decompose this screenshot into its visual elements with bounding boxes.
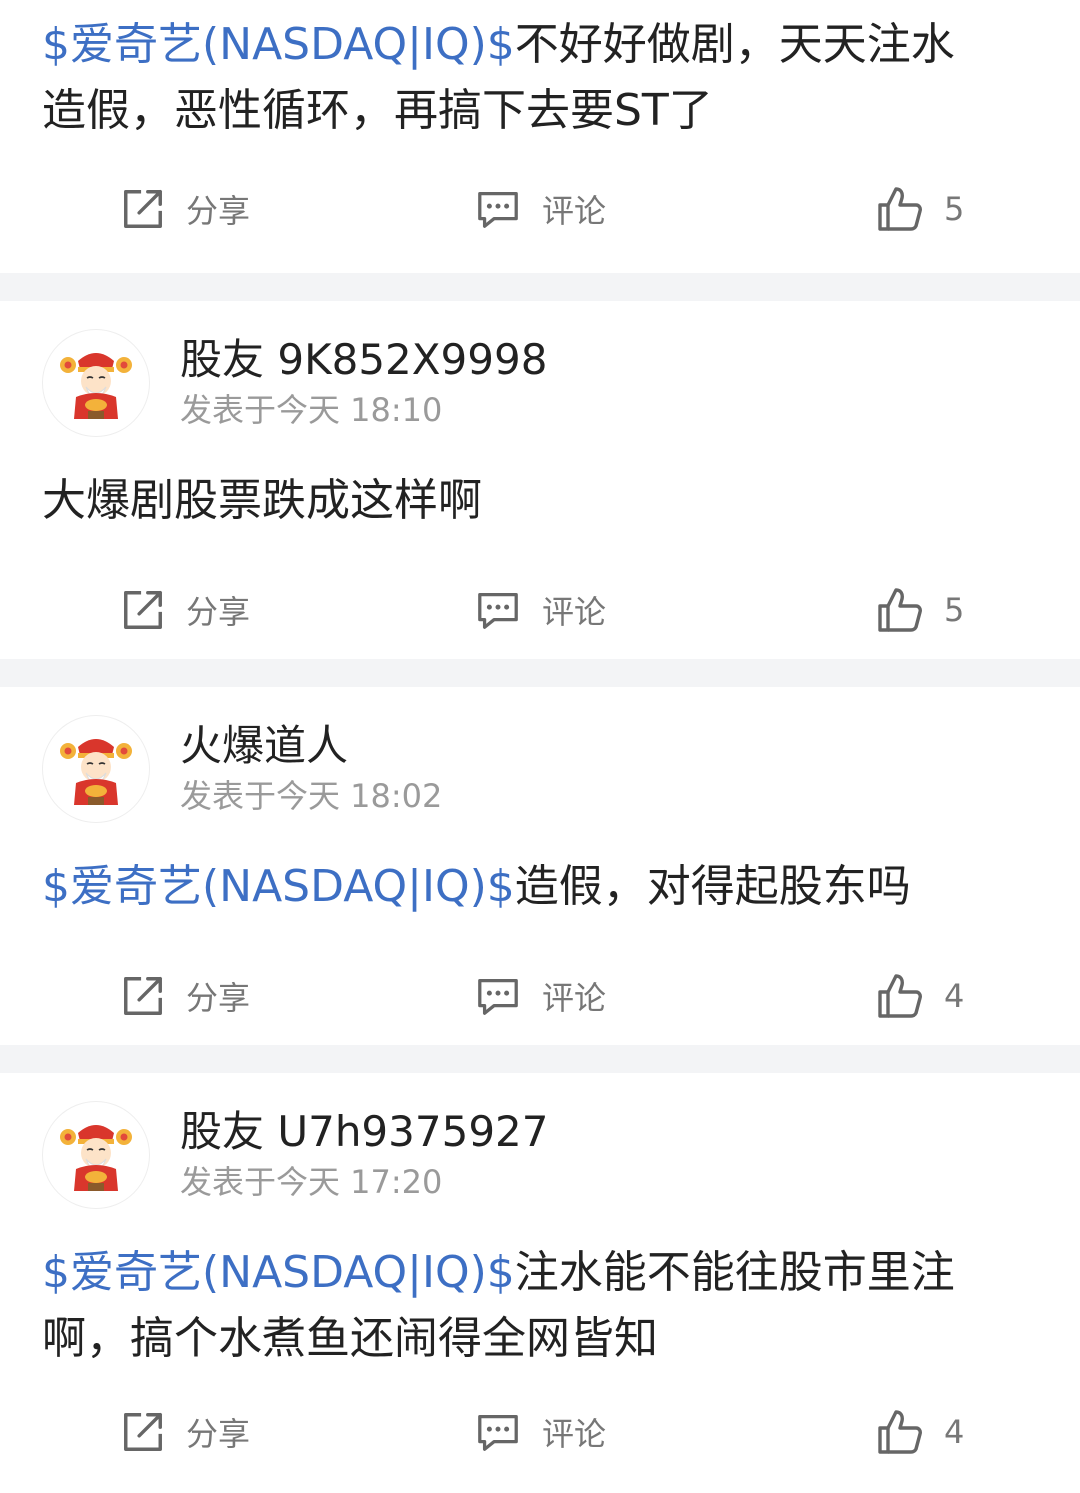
like-count: 5 xyxy=(944,591,965,629)
share-button[interactable]: 分享 xyxy=(120,585,250,635)
thumbs-up-icon xyxy=(876,972,924,1020)
like-count: 4 xyxy=(944,977,965,1015)
share-label: 分享 xyxy=(186,593,251,631)
comment-button[interactable]: 评论 xyxy=(474,1407,606,1457)
post-card: $爱奇艺(NASDAQ|IQ)$不好好做剧，天天注水 造假，恶性循环，再搞下去要… xyxy=(0,0,1080,273)
post-text: 注水能不能往股市里注 xyxy=(514,1247,955,1298)
share-label: 分享 xyxy=(186,192,251,230)
post-content: 大爆剧股票跌成这样啊 xyxy=(0,468,1080,534)
avatar[interactable] xyxy=(42,1101,150,1209)
share-button[interactable]: 分享 xyxy=(120,184,250,234)
stock-tag-link[interactable]: $爱奇艺(NASDAQ|IQ)$ xyxy=(42,861,515,912)
stock-tag-link[interactable]: $爱奇艺(NASDAQ|IQ)$ xyxy=(42,19,515,70)
share-button[interactable]: 分享 xyxy=(120,971,250,1021)
share-button[interactable]: 分享 xyxy=(120,1407,250,1457)
god-of-wealth-avatar-icon xyxy=(56,1115,136,1195)
post-separator xyxy=(0,659,1080,687)
post-author: 股友 9K852X9998 发表于今天 18:10 xyxy=(0,328,1080,438)
like-count: 5 xyxy=(944,190,965,228)
author-name[interactable]: 股友 9K852X9998 xyxy=(180,334,547,386)
like-button[interactable]: 4 xyxy=(876,1407,964,1457)
thumbs-up-icon xyxy=(876,185,924,233)
like-button[interactable]: 5 xyxy=(876,184,964,234)
comment-label: 评论 xyxy=(542,593,607,631)
share-icon xyxy=(120,587,166,633)
post-text: 大爆剧股票跌成这样啊 xyxy=(42,475,482,526)
thumbs-up-icon xyxy=(876,586,924,634)
comment-icon xyxy=(474,186,522,232)
author-name[interactable]: 股友 U7h9375927 xyxy=(180,1106,549,1158)
post-content: $爱奇艺(NASDAQ|IQ)$注水能不能往股市里注 啊，搞个水煮鱼还闹得全网皆… xyxy=(0,1240,1080,1372)
thumbs-up-icon xyxy=(876,1408,924,1456)
share-icon xyxy=(120,186,166,232)
post-time: 发表于今天 18:02 xyxy=(180,777,443,815)
post-actions: 分享 评论 5 xyxy=(0,160,1080,260)
post-text: 不好好做剧，天天注水 xyxy=(514,19,955,70)
comment-icon xyxy=(474,1409,522,1455)
post-separator xyxy=(0,1045,1080,1073)
god-of-wealth-avatar-icon xyxy=(56,343,136,423)
post-content: $爱奇艺(NASDAQ|IQ)$不好好做剧，天天注水 造假，恶性循环，再搞下去要… xyxy=(0,0,1080,144)
post-content: $爱奇艺(NASDAQ|IQ)$造假，对得起股东吗 xyxy=(0,854,1080,920)
post-author: 股友 U7h9375927 发表于今天 17:20 xyxy=(0,1100,1080,1210)
post-text: 造假，恶性循环，再搞下去要ST了 xyxy=(42,85,713,136)
post-separator xyxy=(0,273,1080,301)
avatar[interactable] xyxy=(42,715,150,823)
post-author: 火爆道人 发表于今天 18:02 xyxy=(0,714,1080,824)
like-count: 4 xyxy=(944,1413,965,1451)
god-of-wealth-avatar-icon xyxy=(56,729,136,809)
like-button[interactable]: 5 xyxy=(876,585,964,635)
post-time: 发表于今天 17:20 xyxy=(180,1163,443,1201)
post-card: 火爆道人 发表于今天 18:02 $爱奇艺(NASDAQ|IQ)$造假，对得起股… xyxy=(0,687,1080,1045)
post-time: 发表于今天 18:10 xyxy=(180,391,443,429)
share-icon xyxy=(120,1409,166,1455)
like-button[interactable]: 4 xyxy=(876,971,964,1021)
stock-tag-link[interactable]: $爱奇艺(NASDAQ|IQ)$ xyxy=(42,1247,515,1298)
share-label: 分享 xyxy=(186,979,251,1017)
comment-label: 评论 xyxy=(542,1415,607,1453)
share-icon xyxy=(120,973,166,1019)
post-card: 股友 U7h9375927 发表于今天 17:20 $爱奇艺(NASDAQ|IQ… xyxy=(0,1073,1080,1493)
post-actions: 分享 评论 5 xyxy=(0,561,1080,661)
avatar[interactable] xyxy=(42,329,150,437)
comment-button[interactable]: 评论 xyxy=(474,184,606,234)
share-label: 分享 xyxy=(186,1415,251,1453)
author-name[interactable]: 火爆道人 xyxy=(180,720,442,772)
comment-icon xyxy=(474,587,522,633)
comment-button[interactable]: 评论 xyxy=(474,971,606,1021)
comment-label: 评论 xyxy=(542,979,607,1017)
post-text: 造假，对得起股东吗 xyxy=(514,861,911,912)
post-actions: 分享 评论 4 xyxy=(0,1383,1080,1483)
post-text: 啊，搞个水煮鱼还闹得全网皆知 xyxy=(42,1313,658,1364)
comment-label: 评论 xyxy=(542,192,607,230)
post-actions: 分享 评论 4 xyxy=(0,947,1080,1047)
comment-icon xyxy=(474,973,522,1019)
comment-button[interactable]: 评论 xyxy=(474,585,606,635)
post-card: 股友 9K852X9998 发表于今天 18:10 大爆剧股票跌成这样啊 分享 … xyxy=(0,301,1080,659)
